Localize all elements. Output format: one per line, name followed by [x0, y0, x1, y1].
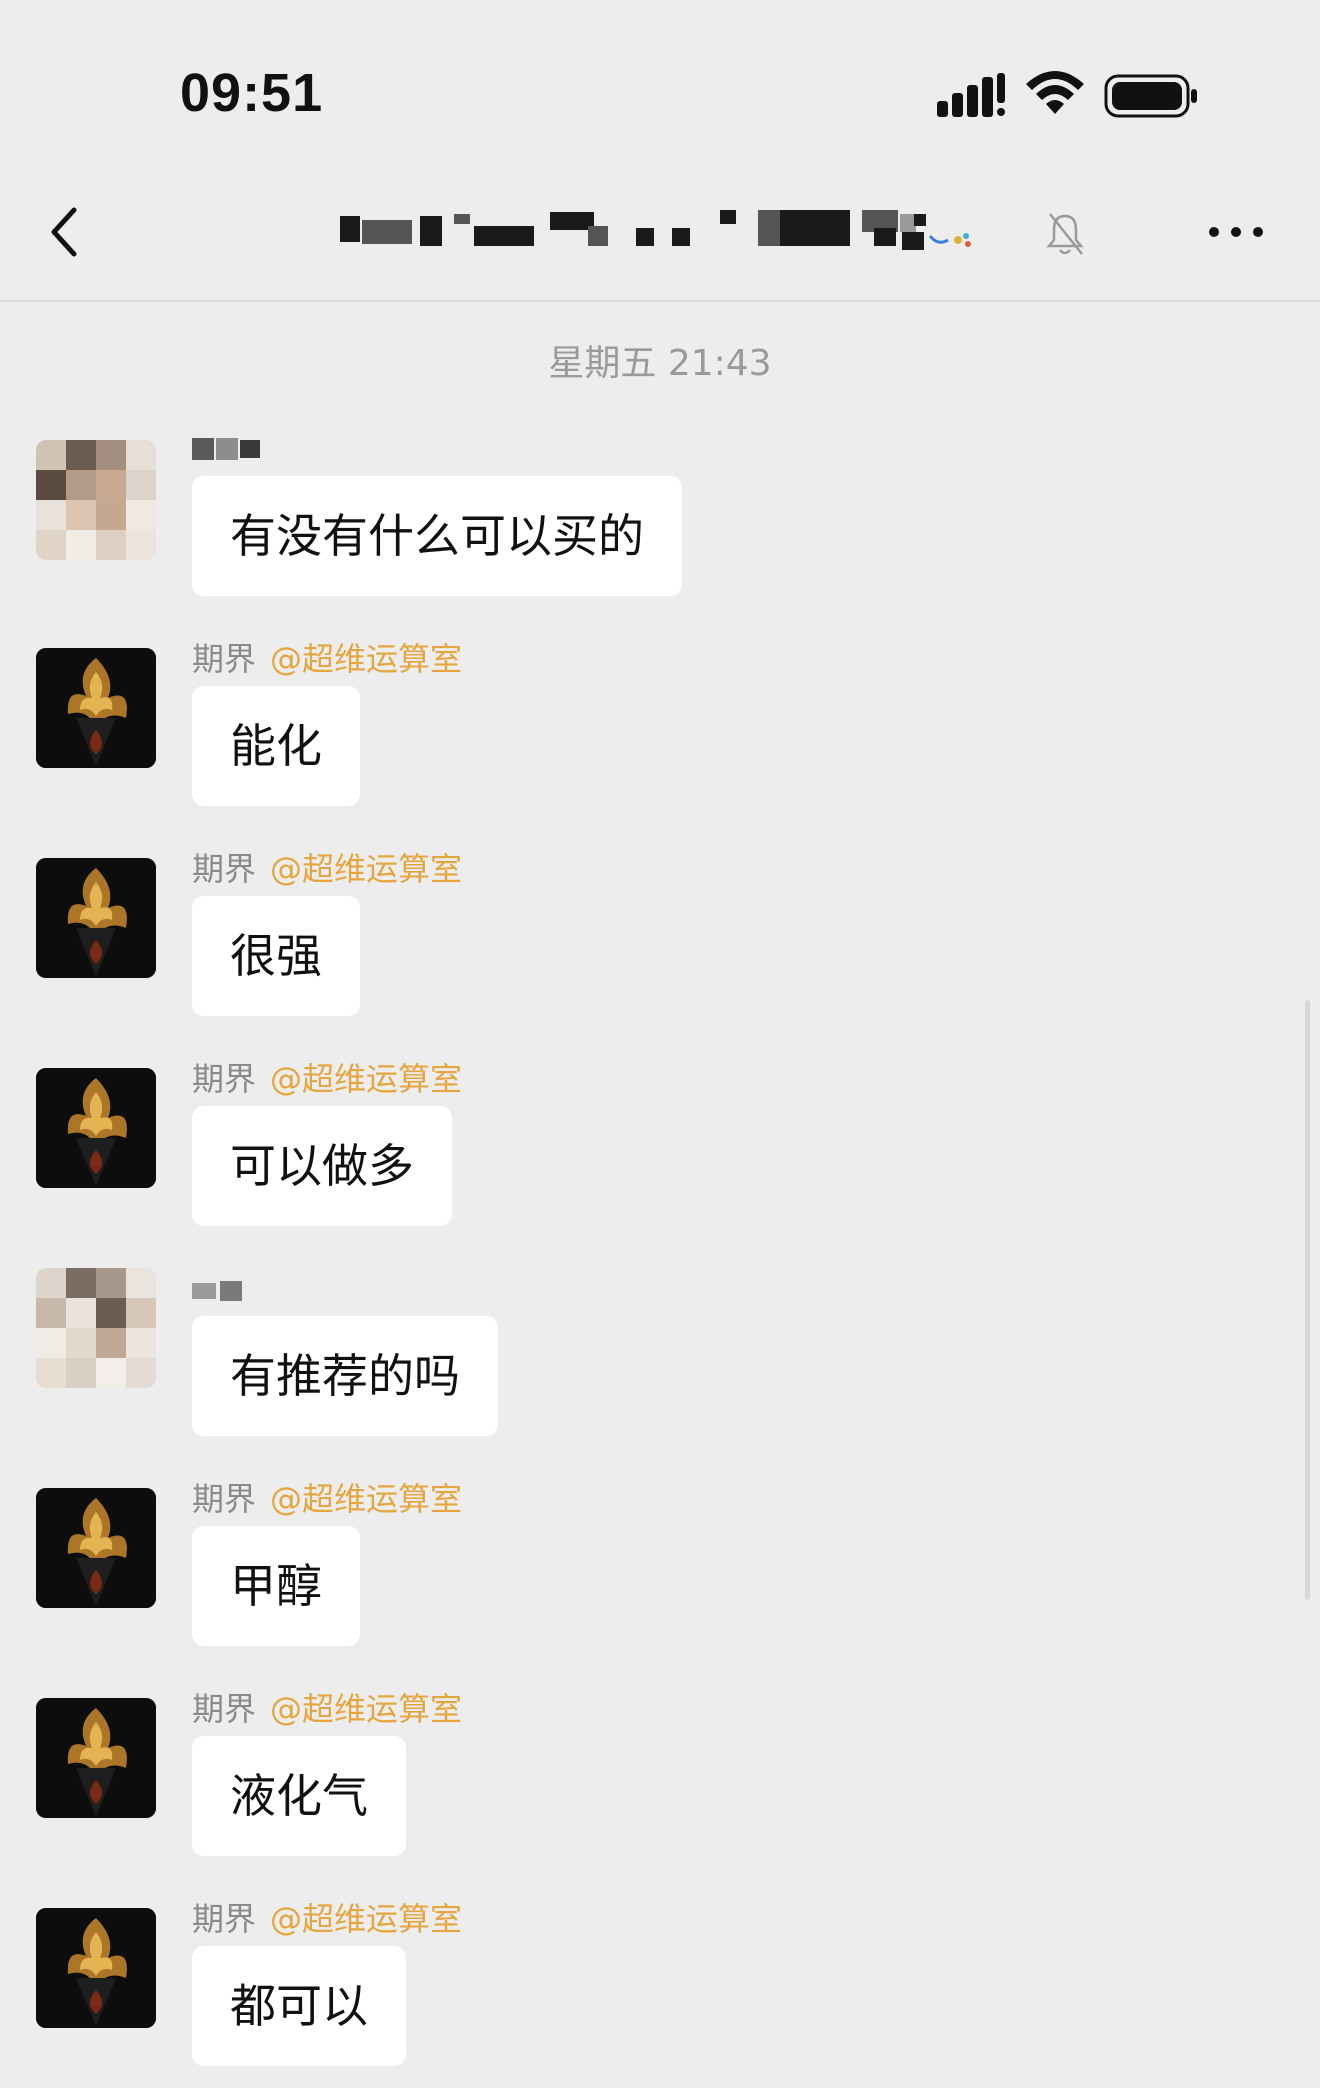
sender-line: 期界 @超维运算室 — [192, 634, 462, 680]
signal-icon — [937, 73, 1005, 117]
wifi-icon — [1026, 71, 1084, 114]
avatar[interactable] — [36, 648, 156, 768]
sender-name-redacted — [192, 1270, 242, 1308]
message-bubble[interactable]: 都可以 — [192, 1946, 406, 2066]
mention-tag[interactable]: @超维运算室 — [270, 640, 462, 678]
message-bubble[interactable]: 很强 — [192, 896, 360, 1016]
sender-line: 期界 @超维运算室 — [192, 844, 462, 890]
avatar[interactable] — [36, 858, 156, 978]
mention-tag[interactable]: @超维运算室 — [270, 1480, 462, 1518]
status-bar: 09:51 — [0, 0, 1320, 180]
avatar[interactable] — [36, 1908, 156, 2028]
message-bubble[interactable]: 可以做多 — [192, 1106, 452, 1226]
time-divider: 星期五 21:43 — [548, 343, 772, 384]
sender-name: 期界 — [192, 1690, 257, 1728]
sender-name: 期界 — [192, 850, 257, 888]
mention-tag[interactable]: @超维运算室 — [270, 1690, 462, 1728]
avatar[interactable] — [36, 1488, 156, 1608]
mention-tag[interactable]: @超维运算室 — [270, 1900, 462, 1938]
message-bubble[interactable]: 液化气 — [192, 1736, 406, 1856]
sender-name: 期界 — [192, 1480, 257, 1518]
chevron-left-icon[interactable] — [40, 202, 90, 262]
sender-name: 期界 — [192, 640, 257, 678]
sender-name: 期界 — [192, 1060, 257, 1098]
message-bubble[interactable]: 有推荐的吗 — [192, 1316, 498, 1436]
message-bubble[interactable]: 能化 — [192, 686, 360, 806]
message-bubble[interactable]: 有没有什么可以买的 — [192, 476, 682, 596]
message-bubble[interactable]: 甲醇 — [192, 1526, 360, 1646]
chat-title-redacted — [336, 210, 976, 258]
sender-line: 期界 @超维运算室 — [192, 1054, 462, 1100]
avatar[interactable] — [36, 440, 156, 560]
ellipsis-icon[interactable] — [1206, 218, 1266, 246]
sender-name: 期界 — [192, 1900, 257, 1938]
sender-line: 期界 @超维运算室 — [192, 1474, 462, 1520]
avatar[interactable] — [36, 1268, 156, 1388]
sender-line: 期界 @超维运算室 — [192, 1684, 462, 1730]
avatar[interactable] — [36, 1068, 156, 1188]
bell-slash-icon — [1046, 213, 1084, 255]
avatar[interactable] — [36, 1698, 156, 1818]
mention-tag[interactable]: @超维运算室 — [270, 850, 462, 888]
sender-line: 期界 @超维运算室 — [192, 1894, 462, 1940]
battery-icon — [1104, 74, 1197, 118]
scrollbar[interactable] — [1305, 1000, 1310, 1600]
sender-name-redacted — [192, 428, 260, 466]
mention-tag[interactable]: @超维运算室 — [270, 1060, 462, 1098]
status-time: 09:51 — [180, 63, 324, 123]
chat-header — [0, 180, 1320, 302]
